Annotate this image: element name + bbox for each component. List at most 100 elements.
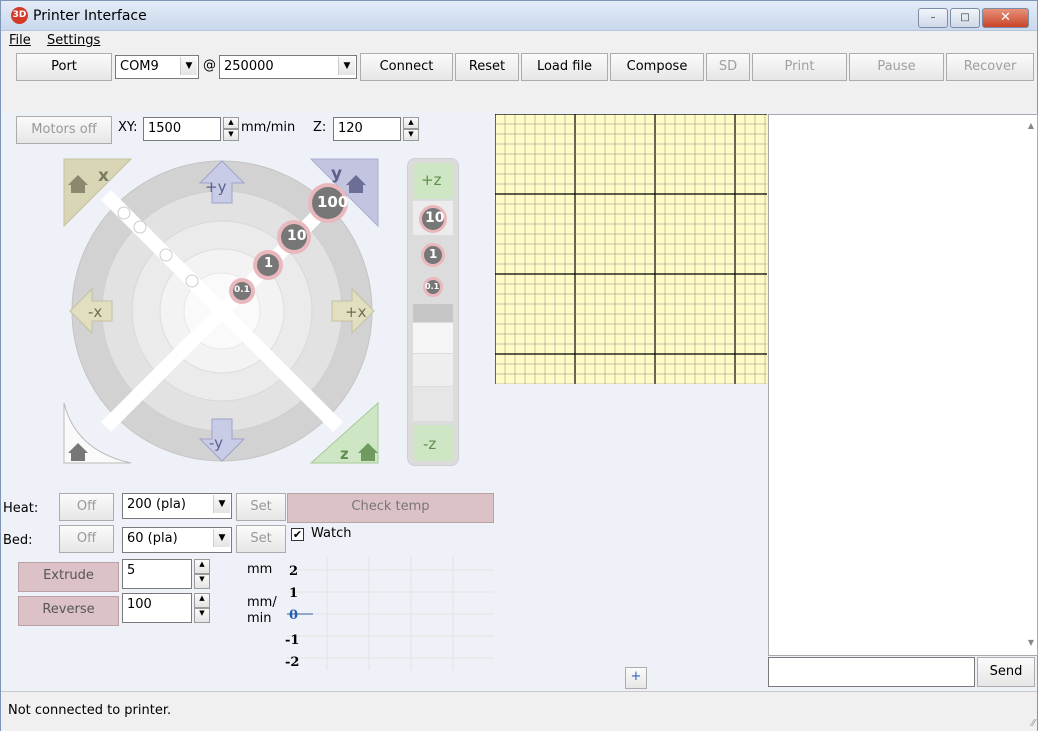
print-button[interactable]: Print — [752, 53, 847, 81]
port-select[interactable]: COM9 ▼ — [115, 55, 199, 79]
spin-down-icon[interactable]: ▼ — [194, 574, 210, 589]
check-temp-button[interactable]: Check temp — [287, 493, 494, 523]
reverse-button[interactable]: Reverse — [18, 596, 119, 626]
extrude-mm-label: mm — [247, 562, 273, 577]
spin-down-icon[interactable]: ▼ — [403, 129, 419, 141]
baud-value: 250000 — [224, 59, 274, 74]
watch-label: Watch — [311, 526, 352, 541]
status-bar: Not connected to printer. ⁄⁄ — [1, 691, 1037, 731]
spin-up-icon[interactable]: ▲ — [223, 117, 239, 129]
title-bar[interactable]: 3D Printer Interface – □ ✕ — [1, 1, 1037, 31]
step-0-1-label[interactable]: 0.1 — [234, 285, 250, 295]
feedrate-unit-line2: min — [247, 611, 272, 626]
plus-x-label: +x — [345, 303, 367, 321]
heat-set-button[interactable]: Set — [236, 493, 286, 521]
temperature-graph — [287, 556, 494, 670]
step-10-label[interactable]: 10 — [287, 228, 306, 244]
minimize-button[interactable]: – — [918, 8, 948, 28]
z-label: Z: — [313, 120, 327, 135]
plus-y-label: +y — [205, 178, 227, 196]
spin-up-icon[interactable]: ▲ — [403, 117, 419, 129]
spin-down-icon[interactable]: ▼ — [194, 608, 210, 623]
z-step-0-1-label: 0.1 — [425, 282, 440, 291]
console-log[interactable]: ▲ ▼ — [768, 114, 1038, 656]
z-feedrate-input[interactable]: 120 — [333, 117, 401, 141]
command-input[interactable] — [768, 657, 975, 687]
grid-lines — [495, 114, 767, 384]
baud-select[interactable]: 250000 ▼ — [219, 55, 357, 79]
scroll-down-icon[interactable]: ▼ — [1028, 638, 1034, 647]
at-label: @ — [203, 58, 216, 73]
mm-min-label: mm/min — [241, 120, 296, 135]
printer-interface-window: 3D Printer Interface – □ ✕ File Settings… — [0, 0, 1038, 731]
bed-temp-value: 60 (pla) — [127, 531, 178, 546]
bed-set-button[interactable]: Set — [236, 525, 286, 553]
resize-grip-icon[interactable]: ⁄⁄ — [1032, 718, 1035, 729]
heat-label: Heat: — [3, 501, 39, 516]
chevron-down-icon[interactable]: ▼ — [213, 495, 230, 513]
menu-settings[interactable]: Settings — [47, 33, 100, 48]
bed-off-button[interactable]: Off — [59, 525, 114, 553]
home-z-label: z — [340, 445, 349, 463]
spin-down-icon[interactable]: ▼ — [223, 129, 239, 141]
maximize-button[interactable]: □ — [950, 8, 980, 28]
z-step-10-label: 10 — [425, 210, 445, 226]
spin-up-icon[interactable]: ▲ — [194, 559, 210, 574]
z-down-10[interactable] — [413, 387, 453, 421]
compose-button[interactable]: Compose — [610, 53, 704, 81]
z-down-1[interactable] — [413, 354, 453, 386]
port-value: COM9 — [120, 59, 159, 74]
reset-button[interactable]: Reset — [455, 53, 519, 81]
connect-button[interactable]: Connect — [360, 53, 453, 81]
add-object-button[interactable]: + — [625, 667, 647, 689]
spin-up-icon[interactable]: ▲ — [194, 593, 210, 608]
sd-button[interactable]: SD — [706, 53, 750, 81]
toolbar: Port COM9 ▼ @ 250000 ▼ Connect Reset Loa… — [1, 52, 1037, 144]
pause-button[interactable]: Pause — [849, 53, 944, 81]
feedrate-input[interactable]: 100 — [122, 593, 192, 623]
chevron-down-icon[interactable]: ▼ — [338, 57, 355, 75]
close-button[interactable]: ✕ — [982, 8, 1029, 28]
home-x-label: x — [98, 166, 109, 186]
menu-file[interactable]: File — [9, 33, 31, 48]
plus-z-label: +z — [421, 171, 442, 189]
chevron-down-icon[interactable]: ▼ — [180, 57, 197, 75]
graph-tick-minus-2: -2 — [285, 655, 300, 670]
bed-temp-select[interactable]: 60 (pla) ▼ — [122, 527, 232, 553]
graph-tick-0: 0 — [289, 608, 299, 623]
motors-off-button[interactable]: Motors off — [16, 116, 112, 144]
graph-tick-2: 2 — [289, 564, 299, 579]
minus-z-label: -z — [423, 435, 437, 453]
heat-temp-value: 200 (pla) — [127, 497, 186, 512]
home-y-label: y — [331, 164, 343, 184]
heat-temp-select[interactable]: 200 (pla) ▼ — [122, 493, 232, 519]
feedrate-unit-line1: mm/ — [247, 595, 277, 610]
extrude-button[interactable]: Extrude — [18, 562, 119, 592]
graph-tick-minus-1: -1 — [285, 633, 300, 648]
port-button[interactable]: Port — [16, 53, 112, 81]
scroll-up-icon[interactable]: ▲ — [1028, 121, 1034, 130]
extrude-length-input[interactable]: 5 — [122, 559, 192, 589]
bed-label: Bed: — [3, 533, 33, 548]
watch-checkbox[interactable]: ✔ — [291, 528, 304, 541]
step-100-label[interactable]: 100 — [317, 193, 348, 211]
z-step-1-label: 1 — [429, 247, 438, 261]
status-text: Not connected to printer. — [8, 703, 172, 718]
minus-x-label: -x — [88, 303, 103, 321]
load-file-button[interactable]: Load file — [521, 53, 608, 81]
send-button[interactable]: Send — [977, 657, 1035, 687]
step-1-label[interactable]: 1 — [264, 256, 273, 271]
graph-tick-1: 1 — [289, 586, 299, 601]
print-bed-grid[interactable] — [495, 114, 767, 384]
app-logo-icon: 3D — [11, 7, 28, 24]
menu-bar: File Settings — [1, 31, 1037, 52]
xy-label: XY: — [118, 120, 138, 135]
window-title: Printer Interface — [33, 8, 147, 24]
z-step-divider — [413, 304, 453, 322]
recover-button[interactable]: Recover — [946, 53, 1034, 81]
z-down-01[interactable] — [413, 323, 453, 353]
minus-y-label: -y — [209, 434, 224, 452]
xy-feedrate-input[interactable]: 1500 — [143, 117, 221, 141]
heat-off-button[interactable]: Off — [59, 493, 114, 521]
chevron-down-icon[interactable]: ▼ — [213, 529, 230, 547]
